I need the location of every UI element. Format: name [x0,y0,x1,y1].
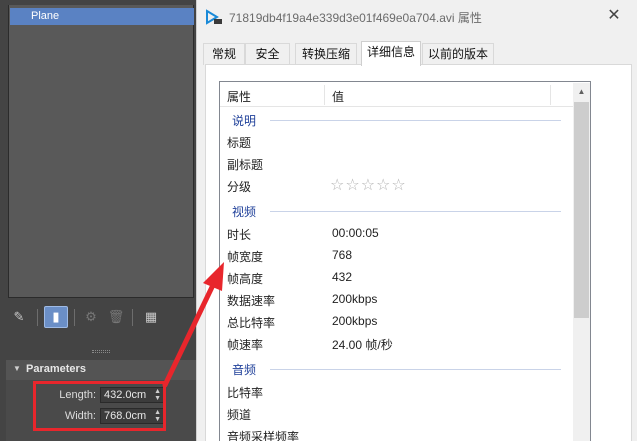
scene-object-list[interactable]: Plane [8,5,194,298]
property-list[interactable]: 属性 值 说明 标题 副标题 分级 ☆☆☆☆☆ 视频 时长 00:00:05 帧… [219,81,591,441]
width-label: Width: [64,410,96,422]
property-label: 总比特率 [227,316,276,330]
pin-stack-icon[interactable]: ✎ [8,306,30,328]
list-item[interactable]: 音频采样频率 [220,424,572,441]
property-label: 音频采样频率 [227,430,300,441]
tab-convert[interactable]: 转换压缩 [295,43,357,65]
make-unique-icon[interactable]: ⚙ [80,306,102,328]
group-audio: 音频 [220,358,572,378]
rating-stars-icon[interactable]: ☆☆☆☆☆ [330,175,407,195]
property-value[interactable]: 24.00 帧/秒 [332,336,393,353]
close-icon[interactable]: ✕ [599,3,629,29]
scrollbar-thumb[interactable] [574,102,589,318]
list-item[interactable]: 帧高度 432 [220,266,572,288]
tab-details[interactable]: 详细信息 [361,41,421,66]
vertical-scrollbar[interactable]: ▲ [573,83,590,441]
column-header-value[interactable]: 值 [332,88,344,105]
property-value[interactable]: 200kbps [332,292,377,306]
rollout-collapse-icon[interactable]: ▼ [13,364,21,373]
property-label: 比特率 [227,386,264,400]
scroll-up-icon[interactable]: ▲ [573,83,590,100]
property-label: 标题 [227,136,252,150]
group-video: 视频 [220,200,572,220]
width-value[interactable]: 768.0cm [104,410,146,422]
list-item[interactable]: 总比特率 200kbps [220,310,572,332]
list-item[interactable]: 比特率 [220,380,572,402]
toolbar-separator [37,309,38,326]
property-label: 帧速率 [227,338,264,352]
property-label: 副标题 [227,158,264,172]
group-description: 说明 [220,109,572,129]
list-item[interactable]: 分级 ☆☆☆☆☆ [220,174,572,196]
property-value[interactable]: 768 [332,248,352,262]
video-file-icon [206,9,222,25]
list-item[interactable]: 时长 00:00:05 [220,222,572,244]
tab-general[interactable]: 常规 [203,43,245,65]
length-label: Length: [59,389,96,401]
spinner-arrows-icon[interactable]: ▲ ▼ [154,409,161,423]
tab-security[interactable]: 安全 [245,43,290,65]
tab-previous-versions[interactable]: 以前的版本 [422,43,494,65]
column-header-property[interactable]: 属性 [227,88,251,105]
column-divider[interactable] [324,85,325,105]
remove-modifier-icon[interactable]: 🗑 [106,306,126,328]
property-label: 分级 [227,180,252,194]
width-spinner[interactable]: 768.0cm ▲ ▼ [100,408,165,424]
property-value[interactable]: 00:00:05 [332,226,379,240]
list-item[interactable]: 频道 [220,402,572,424]
toolbar-separator [132,309,133,326]
column-divider[interactable] [550,85,551,105]
group-label: 视频 [232,205,257,219]
property-value[interactable]: 432 [332,270,352,284]
parameters-title: Parameters [26,363,86,375]
file-properties-dialog: 71819db4f19a4e339d3e01f469e0a704.avi 属性 … [196,0,637,441]
group-divider [270,211,561,212]
list-item[interactable]: 副标题 [220,152,572,174]
list-item[interactable]: 标题 [220,130,572,152]
property-label: 数据速率 [227,294,276,308]
list-header: 属性 值 [220,82,590,107]
length-spinner[interactable]: 432.0cm ▲ ▼ [100,387,165,403]
toolbar-separator [74,309,75,326]
dialog-title: 71819db4f19a4e339d3e01f469e0a704.avi 属性 [229,11,482,25]
list-item[interactable]: 帧宽度 768 [220,244,572,266]
property-label: 时长 [227,228,252,242]
max-command-panel: Plane ✎ ▮ ⚙ 🗑 ▦ ▼ Parameters Length: 432… [0,0,196,441]
property-value[interactable]: 200kbps [332,314,377,328]
property-label: 帧宽度 [227,250,264,264]
list-item-plane[interactable]: Plane [10,8,194,25]
configure-modifier-sets-icon[interactable]: ▦ [140,306,162,328]
group-label: 说明 [232,114,257,128]
list-item[interactable]: 帧速率 24.00 帧/秒 [220,332,572,354]
group-divider [270,120,561,121]
list-item[interactable]: 数据速率 200kbps [220,288,572,310]
panel-resize-grip[interactable] [92,350,110,353]
length-value[interactable]: 432.0cm [104,389,146,401]
spinner-arrows-icon[interactable]: ▲ ▼ [154,388,161,402]
group-divider [270,369,561,370]
property-label: 帧高度 [227,272,264,286]
group-label: 音频 [232,363,257,377]
show-end-result-button[interactable]: ▮ [44,306,68,328]
property-label: 频道 [227,408,252,422]
